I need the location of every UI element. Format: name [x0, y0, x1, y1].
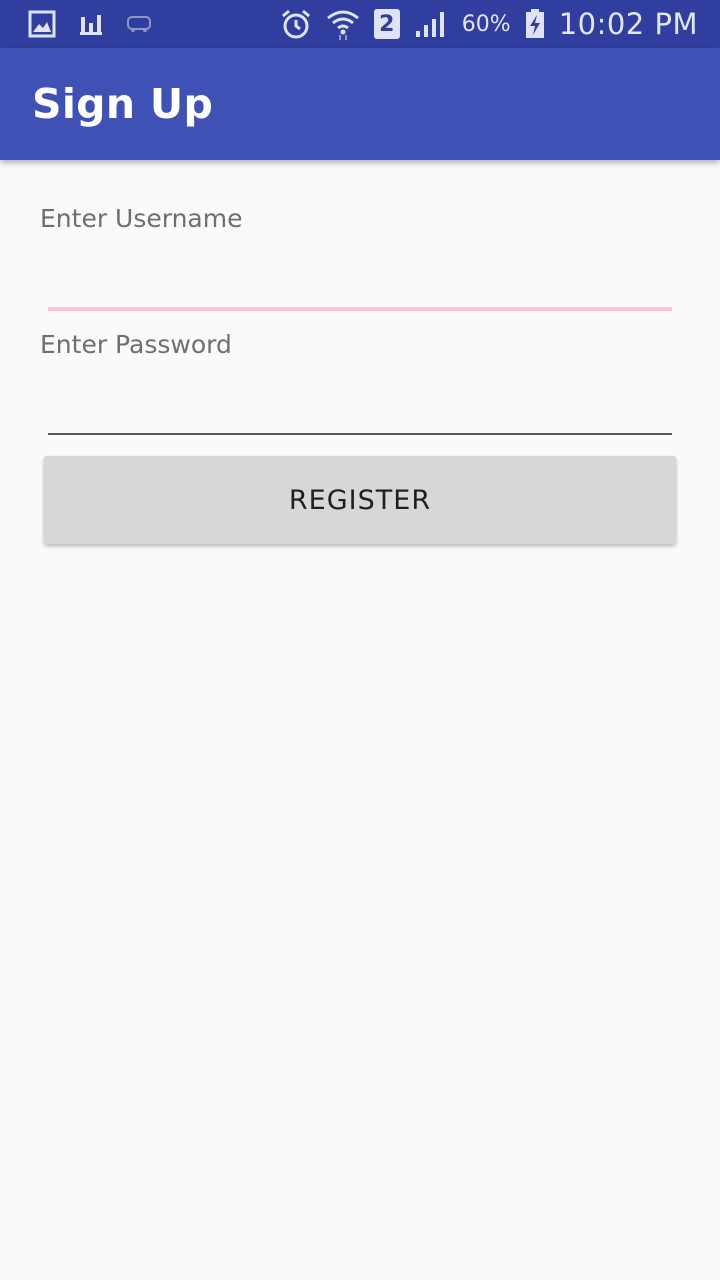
- status-bar-notifications: [28, 8, 152, 40]
- username-label: Enter Username: [40, 204, 243, 233]
- password-input[interactable]: [48, 376, 672, 432]
- page-title: Sign Up: [32, 80, 214, 128]
- battery-charging-icon: [525, 9, 545, 39]
- status-bar: 2 60% 10:02 PM: [0, 0, 720, 48]
- redbus-icon: [126, 14, 152, 34]
- password-underline: [48, 433, 672, 435]
- signal-icon: [414, 9, 448, 39]
- alarm-icon: [280, 8, 312, 40]
- password-label: Enter Password: [40, 330, 232, 359]
- register-button[interactable]: REGISTER: [44, 456, 676, 544]
- app-bar: Sign Up: [0, 48, 720, 160]
- sim-2-label: 2: [379, 11, 395, 37]
- register-button-label: REGISTER: [288, 484, 432, 516]
- username-input[interactable]: [48, 252, 672, 308]
- sim-2-icon: 2: [373, 9, 400, 39]
- username-underline: [48, 307, 672, 311]
- wifi-icon: [326, 7, 360, 41]
- status-bar-system: 2 60% 10:02 PM: [280, 6, 698, 42]
- gallery-icon: [28, 10, 56, 38]
- clock: 10:02 PM: [558, 7, 698, 41]
- chart-icon: [78, 11, 104, 37]
- battery-percent: 60%: [461, 11, 511, 37]
